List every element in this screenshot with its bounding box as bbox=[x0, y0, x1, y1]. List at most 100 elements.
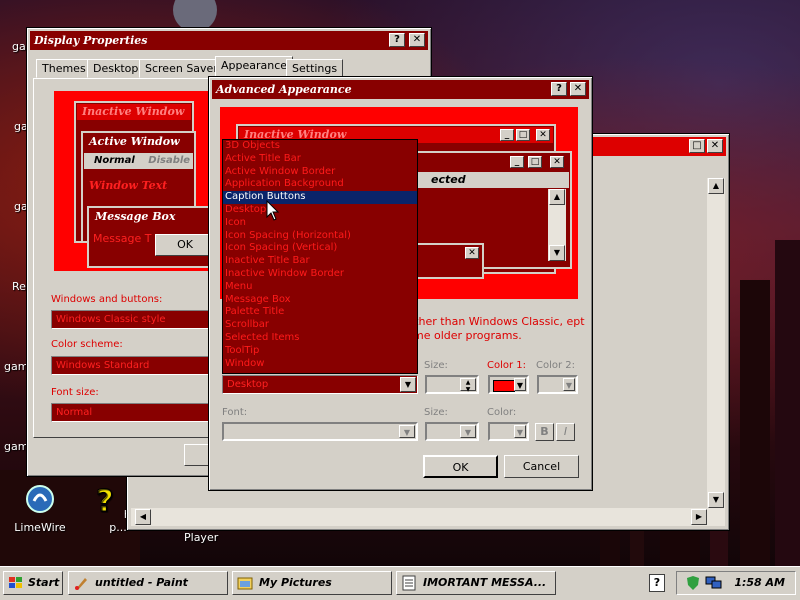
tab-appearance[interactable]: Appearance bbox=[215, 56, 294, 78]
close-button[interactable]: ✕ bbox=[707, 139, 723, 153]
tab-desktop[interactable]: Desktop bbox=[87, 59, 145, 78]
chevron-down-icon: ▼ bbox=[399, 425, 415, 438]
dropdown-option[interactable]: Active Window Border bbox=[223, 166, 417, 179]
ok-button[interactable]: OK bbox=[423, 455, 498, 478]
dropdown-option[interactable]: ToolTip bbox=[223, 345, 417, 358]
font-color-label: Color: bbox=[487, 407, 517, 418]
taskbar-button-paint[interactable]: untitled - Paint bbox=[68, 571, 228, 595]
desktop-icon-player-label[interactable]: Player bbox=[184, 531, 218, 544]
color-scheme-value: Windows Standard bbox=[56, 360, 150, 371]
windows-logo-icon bbox=[9, 577, 22, 588]
scroll-left-button[interactable]: ◀ bbox=[135, 509, 151, 525]
close-button[interactable]: ✕ bbox=[570, 82, 586, 96]
dropdown-option[interactable]: Icon Spacing (Horizontal) bbox=[223, 230, 417, 243]
preview-normal-menu: Normal bbox=[94, 155, 135, 166]
start-button[interactable]: Start bbox=[3, 571, 63, 595]
dropdown-option[interactable]: Scrollbar bbox=[223, 319, 417, 332]
dropdown-option[interactable]: Menu bbox=[223, 281, 417, 294]
help-icon: ? bbox=[96, 484, 114, 520]
dropdown-option[interactable]: Inactive Title Bar bbox=[223, 255, 417, 268]
desktop-edge-label: Re bbox=[12, 280, 26, 293]
item-select[interactable]: Desktop ▼ bbox=[222, 375, 418, 394]
dropdown-option[interactable]: Application Background bbox=[223, 178, 417, 191]
taskbar-button-my-pictures[interactable]: My Pictures bbox=[232, 571, 392, 595]
folder-icon bbox=[237, 577, 253, 590]
preview-window-text: Window Text bbox=[89, 179, 168, 192]
chevron-down-icon[interactable]: ▼ bbox=[400, 377, 416, 392]
taskbar-label: My Pictures bbox=[259, 576, 332, 589]
minimize-button: _ bbox=[500, 129, 514, 141]
taskbar-label: IMORTANT MESSA... bbox=[423, 576, 547, 589]
color2-label: Color 2: bbox=[536, 360, 576, 371]
dropdown-option[interactable]: Active Title Bar bbox=[223, 153, 417, 166]
desktop-icon-limewire[interactable]: LimeWire bbox=[8, 483, 72, 534]
help-button[interactable]: ? bbox=[389, 33, 405, 47]
bold-button: B bbox=[535, 423, 554, 441]
dropdown-option[interactable]: Icon bbox=[223, 217, 417, 230]
scroll-right-button[interactable]: ▶ bbox=[691, 509, 707, 525]
preview-ok-button: OK bbox=[155, 234, 215, 256]
dropdown-option[interactable]: Message Box bbox=[223, 294, 417, 307]
tab-themes[interactable]: Themes bbox=[36, 59, 92, 78]
taskbar-button-important-message[interactable]: IMORTANT MESSA... bbox=[396, 571, 556, 595]
dropdown-option[interactable]: Caption Buttons bbox=[223, 191, 417, 204]
dropdown-option[interactable]: 3D Objects bbox=[223, 140, 417, 153]
help-button[interactable]: ? bbox=[551, 82, 567, 96]
color2-picker: ▼ bbox=[537, 375, 578, 394]
font-label: Font: bbox=[222, 407, 248, 418]
preview-message-text: Message T bbox=[93, 232, 152, 245]
dropdown-option[interactable]: Desktop bbox=[223, 204, 417, 217]
dropdown-option[interactable]: Palette Title bbox=[223, 306, 417, 319]
limewire-icon bbox=[26, 485, 54, 513]
window-title[interactable]: Display Properties bbox=[30, 31, 428, 50]
color1-label: Color 1: bbox=[487, 360, 527, 371]
system-tray: 1:58 AM bbox=[676, 571, 796, 595]
dropdown-option[interactable]: Window bbox=[223, 358, 417, 371]
scroll-down-button: ▼ bbox=[549, 245, 565, 261]
notepad-icon bbox=[402, 575, 416, 591]
dropdown-option[interactable]: Icon Spacing (Vertical) bbox=[223, 242, 417, 255]
taskbar: Start untitled - Paint My Pictures IMORT… bbox=[0, 566, 800, 600]
preview-inactive-title: Inactive Window bbox=[77, 104, 191, 120]
font-size-select: ▼ bbox=[425, 422, 479, 441]
chevron-down-icon[interactable]: ▼ bbox=[514, 378, 526, 391]
font-select: ▼ bbox=[222, 422, 418, 441]
font-size-value: Normal bbox=[56, 407, 93, 418]
taskbar-label: untitled - Paint bbox=[95, 576, 188, 589]
preview-message-title: Message Box bbox=[90, 209, 224, 225]
chevron-down-icon: ▼ bbox=[514, 425, 526, 438]
item-dropdown-list[interactable]: 3D Objects Active Title Bar Active Window … bbox=[222, 139, 418, 374]
chevron-down-icon: ▼ bbox=[563, 378, 575, 391]
preview-message-box: Message Box Message T OK bbox=[87, 206, 227, 268]
horizontal-scrollbar[interactable]: ◀ ▶ bbox=[131, 508, 707, 526]
quicklaunch-help-button[interactable]: ? bbox=[649, 574, 665, 592]
close-button: ✕ bbox=[536, 129, 550, 141]
font-size-label: Font size: bbox=[51, 387, 99, 398]
vertical-scrollbar[interactable]: ▲ ▼ bbox=[707, 178, 725, 526]
dropdown-option[interactable]: Inactive Window Border bbox=[223, 268, 417, 281]
color1-swatch bbox=[493, 380, 515, 392]
spinner-arrows-icon[interactable]: ▲ ▼ bbox=[460, 378, 476, 393]
maximize-button[interactable]: □ bbox=[689, 139, 705, 153]
dropdown-option[interactable]: Selected Items bbox=[223, 332, 417, 345]
network-icon[interactable] bbox=[705, 575, 723, 591]
item-size-spinner[interactable]: ▲ ▼ bbox=[425, 375, 479, 394]
color1-picker[interactable]: ▼ bbox=[488, 375, 529, 394]
item-select-value: Desktop bbox=[227, 379, 269, 390]
adv-preview-selected: ected bbox=[431, 173, 466, 186]
cancel-button[interactable]: Cancel bbox=[504, 455, 579, 478]
svg-text:?: ? bbox=[96, 484, 113, 515]
close-button: ✕ bbox=[465, 247, 479, 259]
preview-menu-bar: Normal Disable bbox=[84, 153, 193, 169]
scroll-up-button[interactable]: ▲ bbox=[708, 178, 724, 194]
close-button[interactable]: ✕ bbox=[409, 33, 425, 47]
security-shield-icon[interactable] bbox=[685, 575, 701, 591]
scroll-down-button[interactable]: ▼ bbox=[708, 492, 724, 508]
dialog-title[interactable]: Advanced Appearance bbox=[212, 80, 589, 99]
chevron-down-icon: ▼ bbox=[460, 425, 476, 438]
font-color-picker: ▼ bbox=[488, 422, 529, 441]
clock: 1:58 AM bbox=[734, 576, 785, 589]
maximize-button: □ bbox=[528, 156, 542, 168]
preview-disabled-menu: Disable bbox=[148, 155, 191, 166]
item-size-label: Size: bbox=[424, 360, 448, 371]
